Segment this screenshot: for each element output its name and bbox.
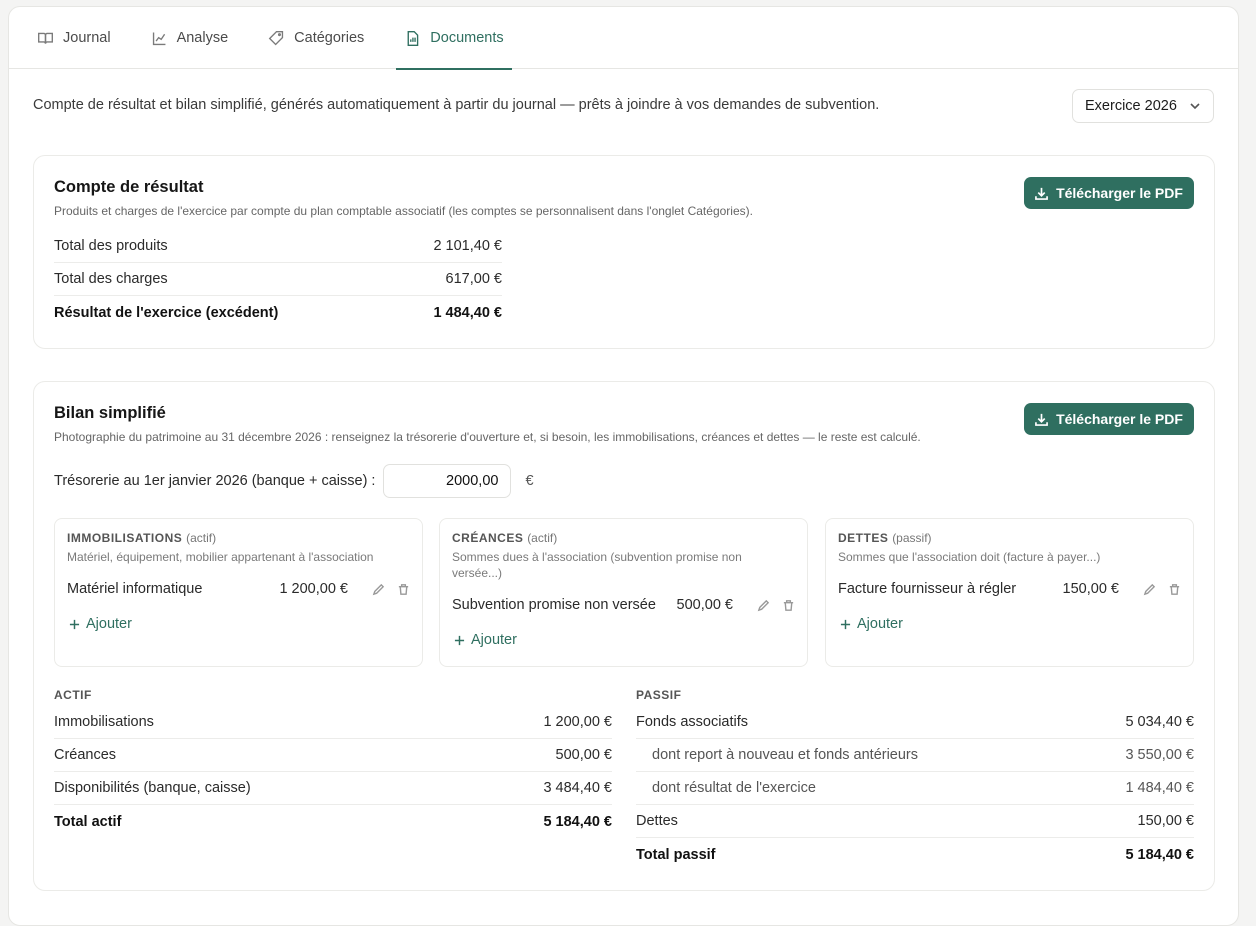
download-icon bbox=[1035, 413, 1048, 426]
chart-line-icon bbox=[152, 32, 166, 45]
pencil-icon[interactable] bbox=[1143, 583, 1156, 596]
book-icon bbox=[38, 32, 53, 44]
table-row-total: Résultat de l'exercice (excédent) 1 484,4… bbox=[54, 304, 502, 321]
compte-resultat-panel: Compte de résultat Produits et charges d… bbox=[33, 155, 1215, 349]
table-row: Créances 500,00 € bbox=[54, 739, 612, 772]
trash-icon[interactable] bbox=[782, 599, 795, 612]
passif-header: PASSIF bbox=[636, 688, 682, 702]
pencil-icon[interactable] bbox=[372, 583, 385, 596]
plus-icon bbox=[840, 619, 851, 629]
tresorerie-row: Trésorerie au 1er janvier 2026 (banque +… bbox=[54, 464, 534, 498]
actif-header: ACTIF bbox=[54, 688, 92, 702]
box-description: Sommes que l'association doit (facture à… bbox=[838, 550, 1101, 564]
tab-label: Documents bbox=[430, 30, 504, 46]
immobilisations-box: IMMOBILISATIONS (actif) Matériel, équipe… bbox=[54, 518, 423, 667]
add-immobilisation-button[interactable]: Ajouter bbox=[69, 616, 132, 632]
creances-box: CRÉANCES (actif) Sommes dues à l'associa… bbox=[439, 518, 808, 667]
tab-label: Catégories bbox=[294, 30, 365, 46]
compte-resultat-rows: Total des produits 2 101,40 € Total des c… bbox=[54, 230, 502, 329]
bilan-title: Bilan simplifié bbox=[54, 404, 166, 422]
compte-resultat-subtitle: Produits et charges de l'exercice par co… bbox=[54, 204, 753, 218]
table-row: Immobilisations 1 200,00 € bbox=[54, 706, 612, 739]
trash-icon[interactable] bbox=[397, 583, 410, 596]
box-description: Sommes dues à l'association (subvention … bbox=[452, 550, 742, 580]
download-icon bbox=[1035, 187, 1048, 200]
year-select-value: Exercice 2026 bbox=[1085, 98, 1177, 114]
table-row: Dettes 150,00 € bbox=[636, 805, 1194, 838]
tab-label: Journal bbox=[63, 30, 111, 46]
intro-text: Compte de résultat et bilan simplifié, g… bbox=[33, 97, 880, 113]
table-row-total: Total passif 5 184,40 € bbox=[636, 846, 1194, 863]
table-row: Total des charges 617,00 € bbox=[54, 263, 502, 296]
table-row-total: Total actif 5 184,40 € bbox=[54, 813, 612, 830]
list-item: Matériel informatique 1 200,00 € bbox=[67, 581, 410, 597]
plus-icon bbox=[69, 619, 80, 629]
box-title: IMMOBILISATIONS (actif) bbox=[67, 531, 217, 545]
tab-categories[interactable]: Catégories bbox=[264, 7, 368, 69]
box-title: DETTES (passif) bbox=[838, 531, 932, 545]
add-dette-button[interactable]: Ajouter bbox=[840, 616, 903, 632]
box-title: CRÉANCES (actif) bbox=[452, 531, 558, 545]
table-row: Fonds associatifs 5 034,40 € bbox=[636, 706, 1194, 739]
dettes-box: DETTES (passif) Sommes que l'association… bbox=[825, 518, 1194, 667]
bilan-subtitle: Photographie du patrimoine au 31 décembr… bbox=[54, 430, 921, 444]
tab-journal[interactable]: Journal bbox=[33, 7, 115, 69]
currency-label: € bbox=[525, 473, 534, 489]
table-row: Total des produits 2 101,40 € bbox=[54, 230, 502, 263]
table-row: dont report à nouveau et fonds antérieur… bbox=[636, 739, 1194, 772]
box-description: Matériel, équipement, mobilier appartena… bbox=[67, 550, 374, 564]
table-row: dont résultat de l'exercice 1 484,40 € bbox=[636, 772, 1194, 805]
download-pdf-button[interactable]: Télécharger le PDF bbox=[1024, 177, 1194, 209]
passif-table: Fonds associatifs 5 034,40 € dont report … bbox=[636, 706, 1194, 871]
list-item: Subvention promise non versée 500,00 € bbox=[452, 597, 795, 613]
table-row: Disponibilités (banque, caisse) 3 484,40 … bbox=[54, 772, 612, 805]
tab-label: Analyse bbox=[176, 30, 229, 46]
tag-icon bbox=[268, 30, 284, 45]
add-creance-button[interactable]: Ajouter bbox=[454, 632, 517, 648]
chevron-down-icon bbox=[1190, 103, 1200, 110]
trash-icon[interactable] bbox=[1168, 583, 1181, 596]
compte-resultat-title: Compte de résultat bbox=[54, 178, 204, 196]
pencil-icon[interactable] bbox=[757, 599, 770, 612]
actif-table: Immobilisations 1 200,00 € Créances 500,00… bbox=[54, 706, 612, 838]
year-select[interactable]: Exercice 2026 bbox=[1072, 89, 1214, 123]
tresorerie-label: Trésorerie au 1er janvier 2026 (banque +… bbox=[54, 473, 376, 489]
documents-card: Journal Analyse Catégories Documents Com… bbox=[8, 6, 1239, 926]
bilan-panel: Bilan simplifié Photographie du patrimoi… bbox=[33, 381, 1215, 891]
download-pdf-button[interactable]: Télécharger le PDF bbox=[1024, 403, 1194, 435]
list-item: Facture fournisseur à régler 150,00 € bbox=[838, 581, 1181, 597]
tab-analyse[interactable]: Analyse bbox=[147, 7, 233, 69]
tab-documents[interactable]: Documents bbox=[396, 7, 512, 70]
tresorerie-input[interactable] bbox=[383, 464, 512, 498]
document-icon bbox=[407, 30, 419, 46]
tab-bar: Journal Analyse Catégories Documents bbox=[9, 7, 1238, 70]
plus-icon bbox=[454, 635, 465, 645]
